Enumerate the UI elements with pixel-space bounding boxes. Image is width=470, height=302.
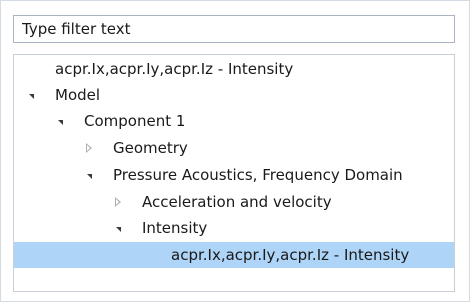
expand-toggle-icon[interactable] — [111, 215, 125, 241]
tree-view: acpr.Ix,acpr.Iy,acpr.Iz - Intensity Mode… — [13, 54, 455, 292]
model-tree-panel: acpr.Ix,acpr.Iy,acpr.Iz - Intensity Mode… — [0, 0, 470, 302]
expand-toggle-icon[interactable] — [53, 108, 67, 134]
tree-item-pressure-acoustics[interactable]: Pressure Acoustics, Frequency Domain — [14, 162, 454, 188]
tree-item-model[interactable]: Model — [14, 82, 454, 108]
tree-item-label: Intensity — [142, 219, 208, 237]
tree-item-component-1[interactable]: Component 1 — [14, 108, 454, 134]
tree-item-label: Pressure Acoustics, Frequency Domain — [113, 166, 403, 184]
tree-item-label: Geometry — [113, 139, 188, 157]
tree-item-intensity-selected[interactable]: acpr.Ix,acpr.Iy,acpr.Iz - Intensity — [14, 242, 454, 268]
tree-item-intensity-root[interactable]: acpr.Ix,acpr.Iy,acpr.Iz - Intensity — [14, 56, 454, 82]
expand-toggle-icon[interactable] — [82, 162, 96, 188]
tree-item-geometry[interactable]: Geometry — [14, 135, 454, 161]
collapse-toggle-icon[interactable] — [111, 189, 125, 215]
collapse-toggle-icon[interactable] — [82, 135, 96, 161]
tree-item-label: Model — [55, 86, 101, 104]
tree-item-label: acpr.Ix,acpr.Iy,acpr.Iz - Intensity — [55, 60, 294, 78]
tree-item-intensity[interactable]: Intensity — [14, 215, 454, 241]
filter-input[interactable] — [13, 15, 455, 43]
tree-item-label: Component 1 — [84, 112, 186, 130]
tree-item-label: Acceleration and velocity — [142, 193, 332, 211]
tree-item-acceleration-velocity[interactable]: Acceleration and velocity — [14, 189, 454, 215]
tree-item-label: acpr.Ix,acpr.Iy,acpr.Iz - Intensity — [171, 246, 410, 264]
expand-toggle-icon[interactable] — [24, 82, 38, 108]
